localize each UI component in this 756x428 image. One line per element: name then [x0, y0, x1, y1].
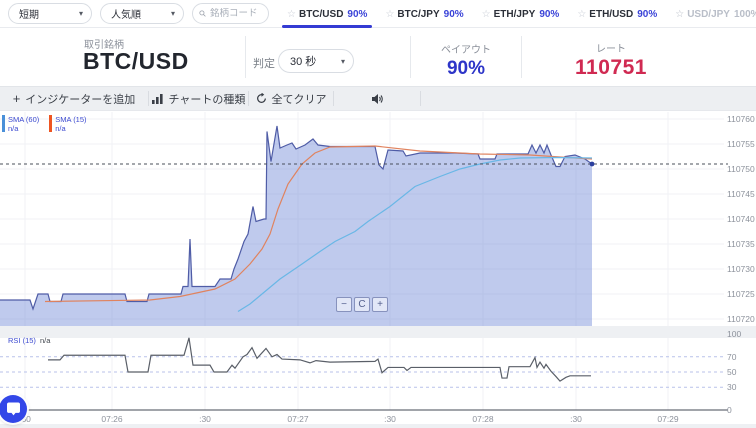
svg-text:07:27: 07:27	[287, 414, 309, 424]
svg-text:110735: 110735	[727, 239, 755, 249]
sma15-swatch	[49, 115, 52, 132]
svg-text:07:29: 07:29	[657, 414, 679, 424]
svg-text:110725: 110725	[727, 289, 755, 299]
chart-legend: SMA (60) n/a SMA (15) n/a	[2, 115, 87, 133]
legend-sma60[interactable]: SMA (60) n/a	[2, 115, 39, 133]
sma60-label: SMA (60)	[8, 115, 39, 124]
svg-text:110750: 110750	[727, 164, 755, 174]
svg-text:50: 50	[727, 367, 737, 377]
svg-text:30: 30	[727, 382, 737, 392]
zoom-controls: − C +	[336, 297, 388, 312]
svg-text:110745: 110745	[727, 189, 755, 199]
price-chart: 110760 110755 110750 110745 110740 110735 1107…	[0, 0, 756, 428]
svg-text::30: :30	[199, 414, 211, 424]
bottom-strip	[0, 424, 756, 428]
svg-text:110755: 110755	[727, 139, 755, 149]
zoom-in-button[interactable]: +	[372, 297, 388, 312]
svg-text:70: 70	[727, 352, 737, 362]
zoom-reset-button[interactable]: C	[354, 297, 370, 312]
svg-text::30: :30	[570, 414, 582, 424]
svg-text:110760: 110760	[727, 114, 755, 124]
svg-text::30: :30	[384, 414, 396, 424]
rsi-value: n/a	[40, 336, 50, 345]
svg-text:100: 100	[727, 329, 741, 339]
sma60-swatch	[2, 115, 5, 132]
svg-text:0: 0	[727, 405, 732, 415]
sma15-label: SMA (15)	[55, 115, 86, 124]
svg-text:07:26: 07:26	[101, 414, 123, 424]
rsi-legend[interactable]: RSI (15) n/a	[8, 336, 50, 345]
chart-area[interactable]: 110760 110755 110750 110745 110740 110735 1107…	[0, 112, 756, 428]
sma60-value: n/a	[8, 124, 39, 133]
legend-sma15[interactable]: SMA (15) n/a	[49, 115, 86, 133]
svg-text:110740: 110740	[727, 214, 755, 224]
sma15-value: n/a	[55, 124, 86, 133]
svg-text:07:28: 07:28	[472, 414, 494, 424]
svg-text:110730: 110730	[727, 264, 755, 274]
chat-icon	[6, 402, 21, 416]
rsi-label: RSI (15)	[8, 336, 36, 345]
chat-widget-button[interactable]	[0, 395, 27, 423]
svg-text:110720: 110720	[727, 314, 755, 324]
trading-app: 短期 ▾ 人気順 ▾ ☆BTC/USD90%☆BTC/JPY90%☆ETH/JP…	[0, 0, 756, 428]
zoom-out-button[interactable]: −	[336, 297, 352, 312]
